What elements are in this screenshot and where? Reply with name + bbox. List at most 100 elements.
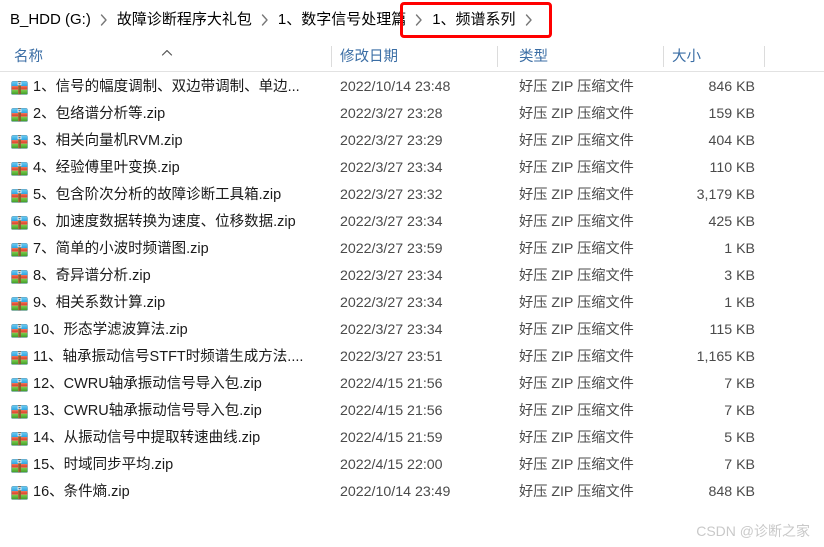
file-date-cell: 2022/3/27 23:32: [340, 187, 443, 203]
breadcrumb-item-current[interactable]: 1、频谱系列: [426, 7, 521, 33]
file-date-cell: 2022/3/27 23:34: [340, 295, 443, 311]
chevron-right-icon: [258, 14, 272, 26]
file-type-cell: 好压 ZIP 压缩文件: [519, 268, 634, 284]
zip-archive-icon: [10, 240, 29, 259]
table-row[interactable]: 5、包含阶次分析的故障诊断工具箱.zip 2022/3/27 23:32 好压 ZI…: [0, 182, 824, 209]
table-row[interactable]: 16、条件熵.zip 2022/10/14 23:49 好压 ZIP 压缩文件 848…: [0, 479, 824, 506]
breadcrumb[interactable]: B_HDD (G:) 故障诊断程序大礼包 1、数字信号处理篇 1、频谱系列: [0, 0, 824, 40]
file-name-cell[interactable]: 13、CWRU轴承振动信号导入包.zip: [33, 398, 323, 425]
zip-archive-icon: [10, 105, 29, 124]
file-size-cell: 3 KB: [724, 268, 755, 284]
file-date-cell: 2022/4/15 21:56: [340, 403, 443, 419]
file-type-cell: 好压 ZIP 压缩文件: [519, 160, 634, 176]
table-row[interactable]: 4、经验傅里叶变换.zip 2022/3/27 23:34 好压 ZIP 压缩文件 1…: [0, 155, 824, 182]
file-date-cell: 2022/3/27 23:28: [340, 106, 443, 122]
table-row[interactable]: 2、包络谱分析等.zip 2022/3/27 23:28 好压 ZIP 压缩文件 15…: [0, 101, 824, 128]
table-row[interactable]: 1、信号的幅度调制、双边带调制、单边... 2022/10/14 23:48 好压 …: [0, 74, 824, 101]
file-name-cell[interactable]: 7、简单的小波时频谱图.zip: [33, 236, 323, 263]
zip-archive-icon: [10, 483, 29, 502]
file-size-cell: 3,179 KB: [696, 187, 755, 203]
zip-archive-icon: [10, 294, 29, 313]
sort-ascending-icon: [161, 44, 173, 56]
table-row[interactable]: 11、轴承振动信号STFT时频谱生成方法.... 2022/3/27 23:51 好…: [0, 344, 824, 371]
table-row[interactable]: 14、从振动信号中提取转速曲线.zip 2022/4/15 21:59 好压 ZIP…: [0, 425, 824, 452]
column-header-size[interactable]: 大小: [672, 45, 701, 66]
file-size-cell: 115 KB: [709, 322, 756, 338]
file-size-cell: 110 KB: [709, 160, 756, 176]
file-type-cell: 好压 ZIP 压缩文件: [519, 241, 634, 257]
table-row[interactable]: 3、相关向量机RVM.zip 2022/3/27 23:29 好压 ZIP 压缩文件…: [0, 128, 824, 155]
file-name-cell[interactable]: 15、时域同步平均.zip: [33, 452, 323, 479]
file-date-cell: 2022/3/27 23:29: [340, 133, 443, 149]
zip-archive-icon: [10, 456, 29, 475]
file-date-cell: 2022/10/14 23:48: [340, 79, 451, 95]
file-type-cell: 好压 ZIP 压缩文件: [519, 214, 634, 230]
file-size-cell: 404 KB: [708, 133, 755, 149]
file-type-cell: 好压 ZIP 压缩文件: [519, 187, 634, 203]
column-header-row[interactable]: 名称 修改日期 类型 大小: [0, 40, 824, 72]
file-list[interactable]: 1、信号的幅度调制、双边带调制、单边... 2022/10/14 23:48 好压 …: [0, 72, 824, 506]
file-name-cell[interactable]: 11、轴承振动信号STFT时频谱生成方法....: [33, 344, 323, 371]
file-name-cell[interactable]: 8、奇异谱分析.zip: [33, 263, 323, 290]
file-date-cell: 2022/10/14 23:49: [340, 484, 451, 500]
zip-archive-icon: [10, 402, 29, 421]
column-divider[interactable]: [764, 46, 765, 67]
column-header-type[interactable]: 类型: [519, 45, 548, 66]
file-size-cell: 7 KB: [724, 457, 755, 473]
breadcrumb-item-folder-2[interactable]: 1、数字信号处理篇: [272, 7, 412, 33]
file-name-cell[interactable]: 4、经验傅里叶变换.zip: [33, 155, 323, 182]
table-row[interactable]: 12、CWRU轴承振动信号导入包.zip 2022/4/15 21:56 好压 ZI…: [0, 371, 824, 398]
zip-archive-icon: [10, 375, 29, 394]
file-date-cell: 2022/3/27 23:51: [340, 349, 443, 365]
table-row[interactable]: 8、奇异谱分析.zip 2022/3/27 23:34 好压 ZIP 压缩文件 3 K…: [0, 263, 824, 290]
breadcrumb-item-folder-1[interactable]: 故障诊断程序大礼包: [111, 7, 258, 33]
column-header-date-modified[interactable]: 修改日期: [340, 45, 398, 66]
column-divider[interactable]: [663, 46, 664, 67]
zip-archive-icon: [10, 78, 29, 97]
file-name-cell[interactable]: 16、条件熵.zip: [33, 479, 323, 506]
file-name-cell[interactable]: 12、CWRU轴承振动信号导入包.zip: [33, 371, 323, 398]
table-row[interactable]: 15、时域同步平均.zip 2022/4/15 22:00 好压 ZIP 压缩文件 7…: [0, 452, 824, 479]
table-row[interactable]: 6、加速度数据转换为速度、位移数据.zip 2022/3/27 23:34 好压 Z…: [0, 209, 824, 236]
table-row[interactable]: 7、简单的小波时频谱图.zip 2022/3/27 23:59 好压 ZIP 压缩文…: [0, 236, 824, 263]
file-size-cell: 425 KB: [708, 214, 755, 230]
file-name-cell[interactable]: 14、从振动信号中提取转速曲线.zip: [33, 425, 323, 452]
file-name-cell[interactable]: 6、加速度数据转换为速度、位移数据.zip: [33, 209, 323, 236]
file-type-cell: 好压 ZIP 压缩文件: [519, 403, 634, 419]
table-row[interactable]: 10、形态学滤波算法.zip 2022/3/27 23:34 好压 ZIP 压缩文件…: [0, 317, 824, 344]
watermark-text: CSDN @诊断之家: [696, 523, 810, 539]
file-size-cell: 1,165 KB: [696, 349, 755, 365]
file-date-cell: 2022/3/27 23:34: [340, 322, 443, 338]
zip-archive-icon: [10, 267, 29, 286]
file-name-cell[interactable]: 3、相关向量机RVM.zip: [33, 128, 323, 155]
file-date-cell: 2022/4/15 22:00: [340, 457, 443, 473]
table-row[interactable]: 13、CWRU轴承振动信号导入包.zip 2022/4/15 21:56 好压 ZI…: [0, 398, 824, 425]
zip-archive-icon: [10, 159, 29, 178]
column-divider[interactable]: [497, 46, 498, 67]
file-type-cell: 好压 ZIP 压缩文件: [519, 457, 634, 473]
file-type-cell: 好压 ZIP 压缩文件: [519, 376, 634, 392]
file-date-cell: 2022/3/27 23:34: [340, 160, 443, 176]
file-size-cell: 848 KB: [708, 484, 755, 500]
file-date-cell: 2022/4/15 21:59: [340, 430, 443, 446]
zip-archive-icon: [10, 429, 29, 448]
file-name-cell[interactable]: 9、相关系数计算.zip: [33, 290, 323, 317]
chevron-right-icon: [412, 14, 426, 26]
table-row[interactable]: 9、相关系数计算.zip 2022/3/27 23:34 好压 ZIP 压缩文件 1 …: [0, 290, 824, 317]
column-header-name[interactable]: 名称: [14, 45, 43, 66]
column-divider[interactable]: [331, 46, 332, 67]
zip-archive-icon: [10, 213, 29, 232]
file-size-cell: 7 KB: [724, 403, 755, 419]
file-type-cell: 好压 ZIP 压缩文件: [519, 106, 634, 122]
file-name-cell[interactable]: 5、包含阶次分析的故障诊断工具箱.zip: [33, 182, 323, 209]
file-name-cell[interactable]: 1、信号的幅度调制、双边带调制、单边...: [33, 74, 323, 101]
breadcrumb-item-drive[interactable]: B_HDD (G:): [4, 7, 97, 33]
file-name-cell[interactable]: 10、形态学滤波算法.zip: [33, 317, 323, 344]
chevron-right-icon[interactable]: [522, 14, 536, 26]
file-size-cell: 159 KB: [708, 106, 755, 122]
file-size-cell: 1 KB: [724, 241, 755, 257]
file-name-cell[interactable]: 2、包络谱分析等.zip: [33, 101, 323, 128]
file-date-cell: 2022/4/15 21:56: [340, 376, 443, 392]
file-date-cell: 2022/3/27 23:34: [340, 268, 443, 284]
file-size-cell: 5 KB: [724, 430, 755, 446]
